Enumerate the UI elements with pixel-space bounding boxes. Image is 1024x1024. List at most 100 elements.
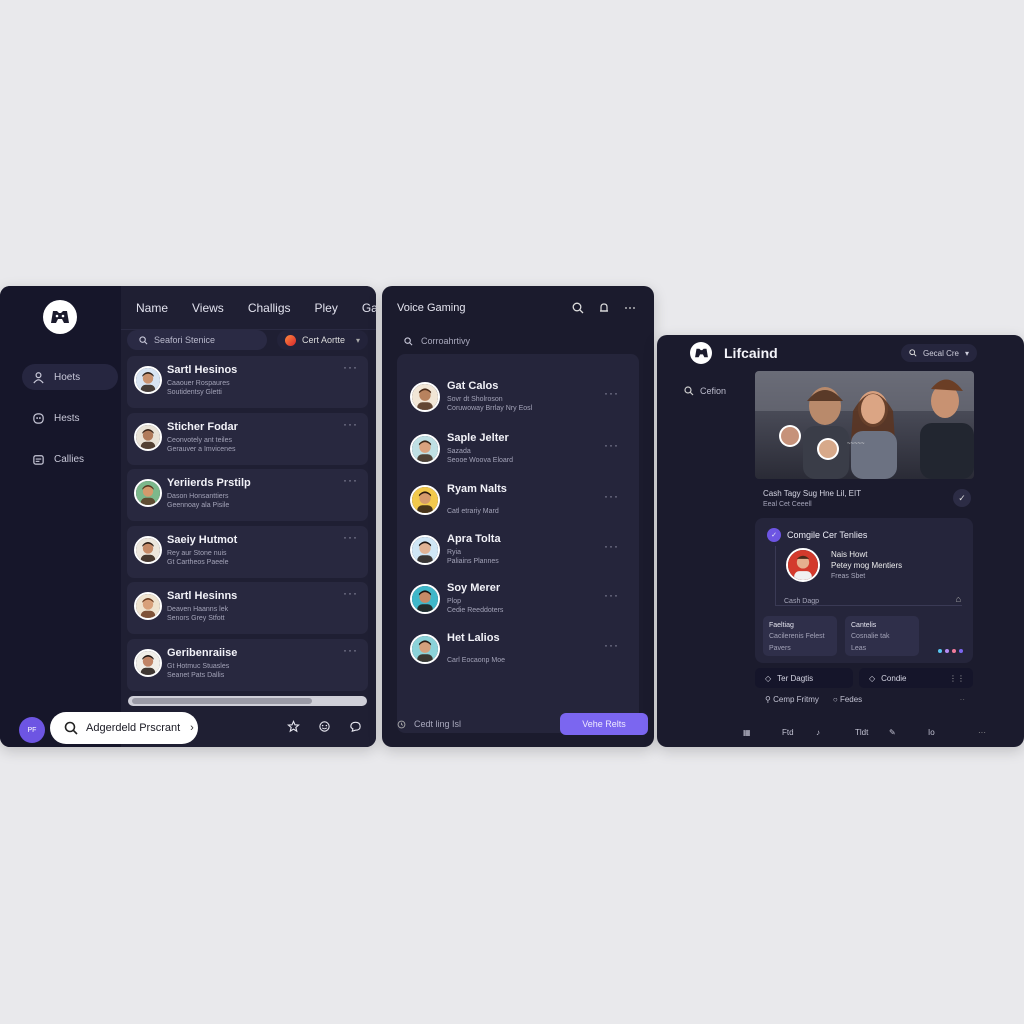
contact-item[interactable]: Het Lalios Carl Eocaonp Moe ··· [410, 632, 625, 668]
more-icon[interactable]: ··· [604, 588, 619, 602]
footer-text: Cedt ling Isl [414, 719, 462, 729]
bell-icon[interactable] [598, 302, 610, 314]
tile-title: Faeltiag [769, 622, 794, 629]
user-avatar[interactable]: PF [19, 717, 45, 743]
scrollbar-thumb[interactable] [132, 698, 312, 704]
hero-image[interactable]: ~~~~~ [755, 371, 974, 479]
feature-tile[interactable]: Cantelis Cosnalie tak Leas [845, 616, 919, 656]
nav-item-challigs[interactable]: Challigs [248, 301, 291, 315]
conversation-preview: Ceonvotely ant teiles [167, 436, 232, 444]
feature-profile[interactable]: Nais Howt Petey mog Mentiers Freas Sbet [775, 546, 962, 606]
contact-name: Saple Jelter [447, 432, 509, 444]
avatar [786, 548, 820, 582]
server-dropdown[interactable]: Gecal Cre ▾ [900, 344, 977, 362]
conversation-name: Sticher Fodar [167, 420, 238, 433]
panel-title: Voice Gaming [397, 302, 466, 314]
conversation-item[interactable]: Saeiy Hutmot Rey aur Stone nuis Gt Cartheo… [127, 525, 368, 578]
info-item[interactable]: ⚲ Cemp Fritmy [765, 695, 819, 704]
more-icon[interactable] [624, 302, 636, 314]
contact-item[interactable]: Gat Calos Sovr dt Sholroson Coruwoway Brrl… [410, 380, 625, 416]
conversation-item[interactable]: Geribenraiise Gt Hotmuc Stuasles Seanet Pa… [127, 638, 368, 691]
more-icon[interactable]: ··· [343, 643, 358, 657]
app-logo[interactable] [43, 300, 77, 334]
pagination-dots[interactable] [938, 649, 963, 653]
check-icon[interactable]: ✓ [953, 489, 971, 507]
nav-item-pley[interactable]: Pley [315, 301, 338, 315]
conversation-item[interactable]: Sartl Hesinns Deaven Haanns lek Senors Gre… [127, 582, 368, 635]
footer-search-button[interactable]: Adgerdeld Prscrant › [50, 712, 198, 744]
panel-footer: PF Adgerdeld Prscrant › [0, 711, 376, 747]
hero-caption: Cash Tagy Sug Hne Lil, EIT Eeal Cet Ceee… [763, 489, 973, 508]
lock-icon[interactable]: ⌂ [956, 594, 961, 604]
more-icon[interactable]: ··· [604, 438, 619, 452]
avatar [410, 535, 440, 565]
bottom-item-ftd[interactable]: ▦ Ftd [743, 728, 816, 737]
avatar [410, 485, 440, 515]
person-icon [33, 371, 44, 383]
more-icon[interactable]: ··· [343, 417, 358, 431]
nav-item-name[interactable]: Name [136, 301, 168, 315]
search-placeholder: Seafori Stenice [154, 335, 216, 345]
grid-icon: ⋮⋮ [949, 673, 965, 683]
sidebar-item-hests[interactable]: Hests [22, 405, 118, 431]
app-logo[interactable] [690, 342, 712, 364]
more-icon[interactable]: ··· [343, 530, 358, 544]
conversation-name: Yeriierds Prstilp [167, 477, 251, 490]
contact-activity: Seooe Woova Eloard [447, 457, 514, 464]
more-icon[interactable]: ·· [960, 695, 965, 704]
info-item[interactable]: ○ Fedes [833, 695, 862, 704]
info-label: Cemp Fritmy [773, 695, 819, 704]
contact-item[interactable]: Apra Tolta Ryia Paliains Plannes ··· [410, 533, 625, 569]
horizontal-scrollbar[interactable] [128, 696, 367, 706]
sidebar-item-callies[interactable]: Callies [22, 446, 118, 472]
contact-item[interactable]: Saple Jelter Sazada Seooe Woova Eloard ··· [410, 432, 625, 468]
bottom-item-tldt[interactable]: ♪ Tldt [816, 728, 889, 737]
pagination-dot[interactable] [952, 649, 956, 653]
voice-gaming-panel: Voice Gaming Corroahrtivy Gat Calos Sovr … [382, 286, 654, 747]
contact-name: Ryam Nalts [447, 483, 507, 495]
search-icon[interactable] [572, 302, 584, 314]
feature-tile[interactable]: Faeltiag Cacilerenis Felest Pavers [763, 616, 837, 656]
contact-list: Gat Calos Sovr dt Sholroson Coruwoway Brrl… [397, 354, 639, 733]
contact-item[interactable]: Soy Merer Plop Cedie Reeddoters ··· [410, 582, 625, 618]
pagination-dot[interactable] [938, 649, 942, 653]
emoji-icon[interactable] [318, 720, 331, 733]
panel-title: Lifcaind [724, 345, 778, 361]
more-icon[interactable]: ··· [343, 473, 358, 487]
more-icon[interactable]: ··· [604, 638, 619, 652]
contact-item[interactable]: Ryam Nalts Catl etrariy Mard ··· [410, 483, 625, 519]
search-icon [684, 386, 694, 396]
conversation-item[interactable]: Sticher Fodar Ceonvotely ant teiles Gerauv… [127, 412, 368, 465]
conversation-meta: Geennoay ala Pisile [167, 502, 230, 510]
conversation-item[interactable]: Sartl Hesinos Caaouer Rospaures Soutidents… [127, 356, 368, 408]
tag-button[interactable]: ◇ Condie ⋮⋮ [859, 668, 973, 688]
info-row: ⚲ Cemp Fritmy ○ Fedes ·· [765, 695, 965, 704]
sidebar-item-hoets[interactable]: Hoets [22, 364, 118, 390]
chat-bubble-icon[interactable] [349, 720, 362, 733]
contact-activity: Paliains Plannes [447, 558, 499, 565]
more-icon[interactable]: ··· [978, 728, 986, 737]
bottom-item-io[interactable]: ✎ Io [889, 728, 962, 737]
contact-activity: Coruwoway Brrlay Nry Eosl [447, 405, 533, 412]
nav-item-views[interactable]: Views [192, 301, 224, 315]
conversation-item[interactable]: Yeriierds Prstilp Dason Honsanttiers Geenn… [127, 469, 368, 522]
star-icon[interactable] [287, 720, 300, 733]
tag-label: Ter Dagtis [777, 673, 814, 683]
more-icon[interactable]: ··· [604, 489, 619, 503]
more-icon[interactable]: ··· [343, 586, 358, 600]
pagination-dot[interactable] [959, 649, 963, 653]
voice-button[interactable]: Vehe Relts [560, 713, 648, 735]
info-label: Fedes [839, 695, 863, 704]
more-icon[interactable]: ··· [604, 539, 619, 553]
pagination-dot[interactable] [945, 649, 949, 653]
side-search[interactable]: Cefion [684, 386, 726, 396]
more-icon[interactable]: ··· [343, 360, 358, 374]
sidebar-item-label: Hests [54, 412, 80, 424]
nav-item-gart[interactable]: Gart [362, 301, 376, 315]
search-input[interactable]: Seafori Stenice [127, 330, 267, 350]
search-input[interactable]: Corroahrtivy [382, 330, 654, 352]
more-icon[interactable]: ··· [604, 386, 619, 400]
tag-button[interactable]: ◇ Ter Dagtis [755, 668, 853, 688]
filter-dropdown[interactable]: Cert Aortte ▾ [277, 330, 368, 350]
search-placeholder: Corroahrtivy [421, 336, 471, 346]
